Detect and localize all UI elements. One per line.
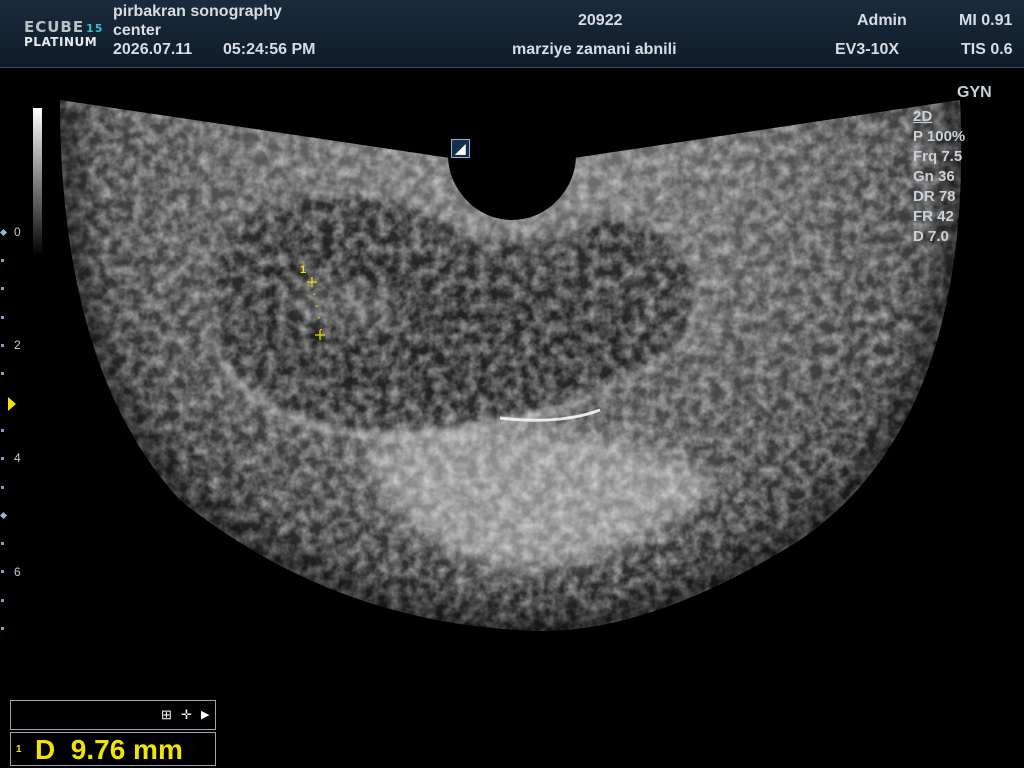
thermal-index: TIS 0.6: [961, 41, 1013, 58]
orientation-marker-icon: ◢: [451, 139, 470, 158]
exam-date: 2026.07.11: [113, 41, 193, 58]
depth-tick: [1, 542, 4, 545]
depth-tick: [1, 570, 4, 573]
move-icon[interactable]: ✛: [181, 707, 192, 723]
measurement-index: 1: [16, 744, 22, 755]
logo-model-number: 15: [86, 22, 104, 35]
depth-tick: [1, 457, 4, 460]
measurement-toolbar: ⊞ ✛ ▶: [10, 700, 216, 730]
sector-scan: [60, 100, 962, 631]
depth-tick: [1, 316, 4, 319]
grid-icon[interactable]: ⊞: [161, 707, 172, 723]
clinic-name-line2: center: [113, 22, 162, 39]
grayscale-bar: [33, 108, 42, 256]
depth-tick: [1, 627, 4, 630]
param-dynamic-range: DR 78: [913, 188, 956, 205]
param-frequency: Frq 7.5: [913, 148, 963, 165]
probe-name: EV3-10X: [835, 41, 900, 58]
operator-name: Admin: [857, 12, 907, 29]
depth-tick: [1, 344, 4, 347]
depth-tick: [1, 372, 4, 375]
patient-name: marziye zamani abnili: [512, 41, 677, 58]
depth-tick: [1, 599, 4, 602]
header-bar: ECUBE 15 PLATINUM pirbakran sonography ce…: [0, 0, 1024, 68]
depth-tick: [1, 486, 4, 489]
depth-label-6: 6: [14, 565, 21, 579]
exam-time: 05:24:56 PM: [223, 41, 316, 58]
depth-tick: [1, 429, 4, 432]
imaging-parameters: 2D P 100% Frq 7.5 Gn 36 DR 78 FR 42 D 7.…: [913, 107, 965, 247]
measurement-result: 1 D 9.76 mm: [10, 732, 216, 766]
depth-label-4: 4: [14, 451, 21, 465]
logo-text: ECUBE: [24, 18, 85, 36]
focus-position-marker[interactable]: [8, 397, 16, 411]
param-frame-rate: FR 42: [913, 208, 954, 225]
exam-preset: GYN: [957, 84, 992, 101]
depth-label-2: 2: [14, 338, 21, 352]
logo-subtext: PLATINUM: [24, 35, 98, 49]
depth-tick: [1, 287, 4, 290]
param-power: P 100%: [913, 128, 966, 145]
brand-logo: ECUBE 15 PLATINUM: [24, 18, 104, 49]
clinic-name-line1: pirbakran sonography: [113, 3, 282, 20]
patient-id: 20922: [578, 12, 623, 29]
ultrasound-screen: 1 ECUBE 15 PLATINUM pirbakran sonography …: [0, 0, 1024, 768]
depth-tick: [1, 259, 4, 262]
param-depth: D 7.0: [913, 228, 949, 245]
ultrasound-image: [60, 100, 962, 631]
caliper-label: 1: [300, 264, 307, 276]
play-icon[interactable]: ▶: [201, 707, 209, 723]
imaging-mode: 2D: [913, 108, 933, 125]
measurement-distance: D 9.76 mm: [35, 734, 183, 765]
param-gain: Gn 36: [913, 168, 955, 185]
mechanical-index: MI 0.91: [959, 12, 1013, 29]
depth-label-0: 0: [14, 225, 21, 239]
